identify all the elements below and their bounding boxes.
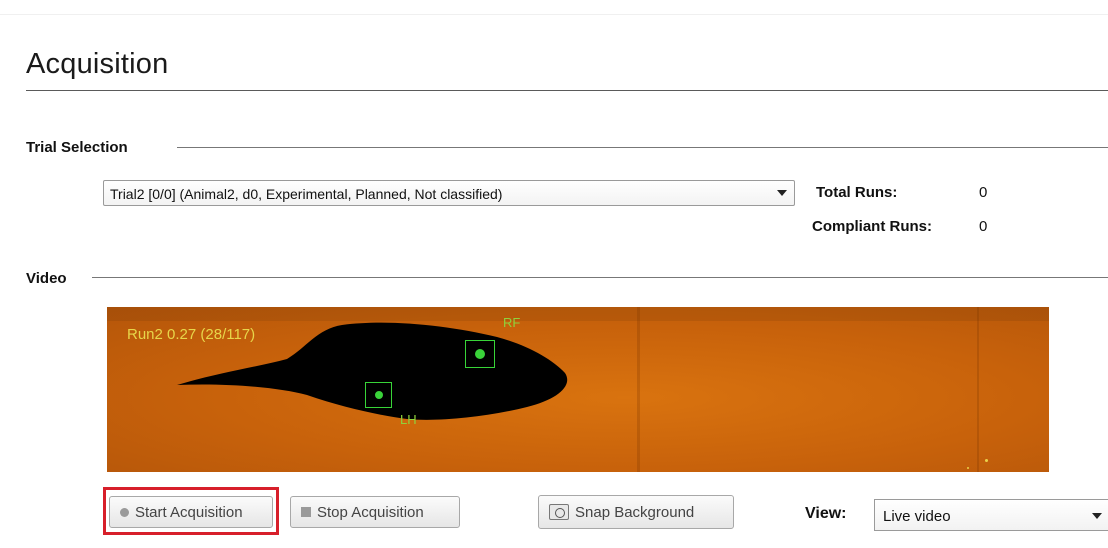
paw-label-lh: LH [400,412,417,427]
dropdown-arrow-icon [777,190,787,196]
stop-acquisition-label: Stop Acquisition [317,503,424,521]
total-runs-label: Total Runs: [816,184,898,201]
total-runs-value: 0 [979,184,988,201]
record-circle-icon [120,507,129,517]
paw-marker [374,391,383,399]
trial-selection-divider [177,147,1108,148]
video-speck [985,459,988,462]
compliant-runs-value: 0 [979,218,988,235]
view-select-value: Live video [883,508,951,525]
start-acquisition-button[interactable]: Start Acquisition [109,496,273,528]
view-label: View: [805,505,847,522]
trial-selection-heading: Trial Selection [26,139,128,156]
title-divider [26,90,1108,91]
live-video-frame: Run2 0.27 (28/117) RF LH [107,307,1049,472]
trial-select-value: Trial2 [0/0] (Animal2, d0, Experimental,… [110,186,503,202]
acquisition-page: Acquisition Trial Selection Trial2 [0/0]… [0,0,1108,548]
trial-select-dropdown[interactable]: Trial2 [0/0] (Animal2, d0, Experimental,… [103,180,795,206]
paw-tracking-box-lh [365,382,392,408]
dropdown-arrow-icon [1092,513,1102,519]
compliant-runs-label: Compliant Runs: [812,218,932,235]
video-heading: Video [26,270,67,287]
top-divider [0,14,1108,15]
page-title: Acquisition [26,48,169,80]
camera-icon [549,504,569,520]
video-divider [92,277,1108,278]
paw-label-rf: RF [503,315,521,330]
snap-background-button[interactable]: Snap Background [538,495,734,529]
paw-marker [475,349,485,359]
video-speck [967,467,969,469]
stop-square-icon [301,507,311,517]
view-select-dropdown[interactable]: Live video [874,499,1108,531]
paw-tracking-box-rf [465,340,495,368]
start-acquisition-label: Start Acquisition [135,503,243,521]
stop-acquisition-button[interactable]: Stop Acquisition [290,496,460,528]
run-overlay-text: Run2 0.27 (28/117) [127,326,256,343]
snap-background-label: Snap Background [575,503,695,521]
